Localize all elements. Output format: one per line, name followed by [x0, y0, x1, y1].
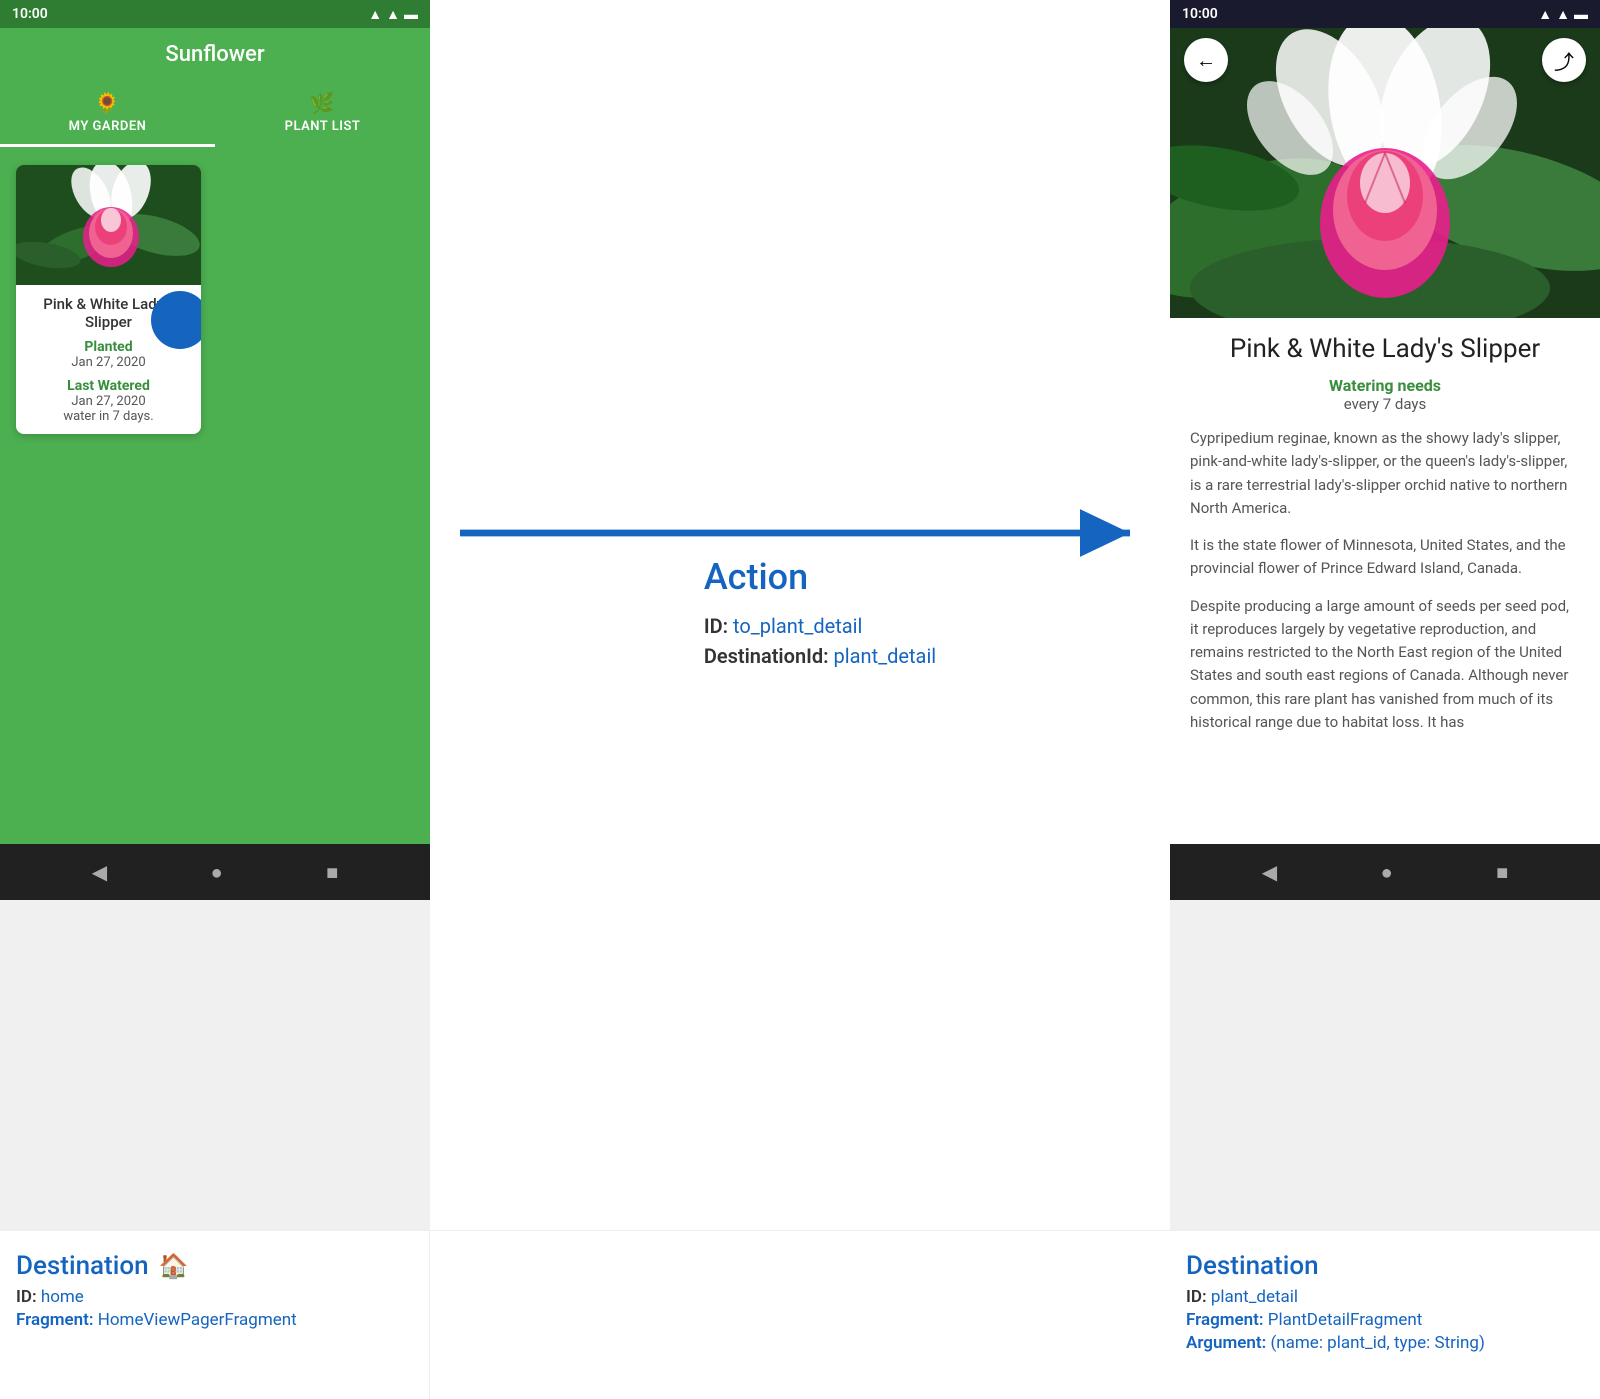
watering-needs-value: every 7 days [1190, 395, 1580, 413]
action-box: Action ID: to_plant_detail DestinationId… [704, 556, 936, 674]
wifi-icon: ▲ [368, 6, 382, 23]
last-watered-date: Jan 27, 2020 [26, 394, 191, 409]
blue-dot-indicator [151, 291, 201, 349]
water-in-text: water in 7 days. [26, 409, 191, 424]
dest-id-label-right: ID: [1186, 1287, 1207, 1307]
wifi-icon-right: ▲ [1538, 6, 1552, 23]
destination-right: Destination ID: plant_detail Fragment: P… [1170, 1231, 1600, 1399]
nav-bar-left: ◀ ● ■ [0, 844, 430, 900]
action-id-label: ID: [704, 614, 728, 638]
dest-argument-value-right: (name: plant_id, type: String) [1270, 1333, 1484, 1353]
last-watered-label: Last Watered [26, 378, 191, 394]
action-dest-value: plant_detail [834, 644, 937, 668]
time-right: 10:00 [1182, 6, 1218, 22]
plant-image-svg [16, 165, 201, 285]
dest-fragment-value-right: PlantDetailFragment [1268, 1310, 1423, 1330]
plant-detail-image: ← ⤴ [1170, 28, 1600, 318]
dest-fragment-label-left: Fragment: [16, 1310, 94, 1330]
recent-button-left[interactable]: ■ [326, 860, 338, 885]
tab-garden-label: MY GARDEN [69, 119, 147, 134]
destination-left: Destination 🏠 ID: home Fragment: HomeVie… [0, 1231, 430, 1399]
dest-fragment-row-left: Fragment: HomeViewPagerFragment [16, 1310, 413, 1330]
battery-icon: ▬ [404, 6, 418, 23]
dest-title-text-left: Destination [16, 1251, 149, 1281]
battery-icon-right: ▬ [1574, 6, 1588, 23]
status-bar-right: 10:00 ▲ ▲ ▬ [1170, 0, 1600, 28]
tab-my-garden[interactable]: 🌻 MY GARDEN [0, 81, 215, 147]
tab-bar: 🌻 MY GARDEN 🌿 PLANT LIST [0, 81, 430, 149]
description-3: Despite producing a large amount of seed… [1190, 595, 1580, 735]
dest-argument-label-right: Argument: [1186, 1333, 1266, 1353]
signal-icon: ▲ [386, 6, 400, 23]
detail-toolbar: ← ⤴ [1170, 28, 1600, 92]
bottom-area: Destination 🏠 ID: home Fragment: HomeVie… [0, 1230, 1600, 1399]
phone-right: 10:00 ▲ ▲ ▬ [1170, 0, 1600, 900]
description-1: Cypripedium reginae, known as the showy … [1190, 427, 1580, 520]
action-id-row: ID: to_plant_detail [704, 614, 936, 638]
garden-icon: 🌻 [95, 91, 120, 115]
dest-fragment-value-left: HomeViewPagerFragment [98, 1310, 297, 1330]
dest-title-left: Destination 🏠 [16, 1251, 413, 1281]
action-id-value: to_plant_detail [733, 614, 862, 638]
dest-id-row-right: ID: plant_detail [1186, 1287, 1584, 1307]
detail-content: Pink & White Lady's Slipper Watering nee… [1170, 318, 1600, 844]
dest-title-right: Destination [1186, 1251, 1584, 1281]
nav-bar-right: ◀ ● ■ [1170, 844, 1600, 900]
action-dest-label: DestinationId: [704, 644, 829, 668]
dest-id-value-left: home [41, 1287, 84, 1307]
dest-id-row-left: ID: home [16, 1287, 413, 1307]
home-button-left[interactable]: ● [211, 860, 223, 885]
garden-content: Pink & White Lady's Slipper Planted Jan … [0, 149, 430, 844]
share-button-right[interactable]: ⤴ [1542, 38, 1586, 82]
back-button-right[interactable]: ← [1184, 38, 1228, 82]
recent-button-nav-right[interactable]: ■ [1496, 860, 1508, 885]
action-dest-row: DestinationId: plant_detail [704, 644, 936, 668]
status-bar-left: 10:00 ▲ ▲ ▬ [0, 0, 430, 28]
home-icon-left: 🏠 [159, 1252, 189, 1280]
status-icons-left: ▲ ▲ ▬ [368, 6, 418, 23]
detail-plant-name: Pink & White Lady's Slipper [1190, 334, 1580, 364]
dest-title-text-right: Destination [1186, 1251, 1319, 1281]
signal-icon-right: ▲ [1556, 6, 1570, 23]
back-button-nav-right[interactable]: ◀ [1262, 860, 1277, 884]
plant-card-image [16, 165, 201, 285]
description-2: It is the state flower of Minnesota, Uni… [1190, 534, 1580, 581]
tab-plant-list-label: PLANT LIST [285, 119, 361, 134]
dest-fragment-row-right: Fragment: PlantDetailFragment [1186, 1310, 1584, 1330]
back-button-left[interactable]: ◀ [92, 860, 107, 884]
action-title: Action [704, 556, 936, 598]
destination-middle [430, 1231, 1170, 1399]
plant-list-icon: 🌿 [310, 91, 335, 115]
app-title: Sunflower [0, 28, 430, 81]
dest-id-label-left: ID: [16, 1287, 37, 1307]
action-area: Action ID: to_plant_detail DestinationId… [430, 0, 1170, 1230]
dest-id-value-right: plant_detail [1211, 1287, 1298, 1307]
dest-fragment-label-right: Fragment: [1186, 1310, 1264, 1330]
home-button-nav-right[interactable]: ● [1381, 860, 1393, 885]
planted-date: Jan 27, 2020 [26, 355, 191, 370]
watering-needs-label: Watering needs [1190, 376, 1580, 395]
plant-card[interactable]: Pink & White Lady's Slipper Planted Jan … [16, 165, 201, 434]
time-left: 10:00 [12, 6, 48, 22]
status-icons-right: ▲ ▲ ▬ [1538, 6, 1588, 23]
tab-plant-list[interactable]: 🌿 PLANT LIST [215, 81, 430, 147]
phone-left: 10:00 ▲ ▲ ▬ Sunflower 🌻 MY GARDEN 🌿 PLAN… [0, 0, 430, 900]
dest-argument-row-right: Argument: (name: plant_id, type: String) [1186, 1333, 1584, 1353]
